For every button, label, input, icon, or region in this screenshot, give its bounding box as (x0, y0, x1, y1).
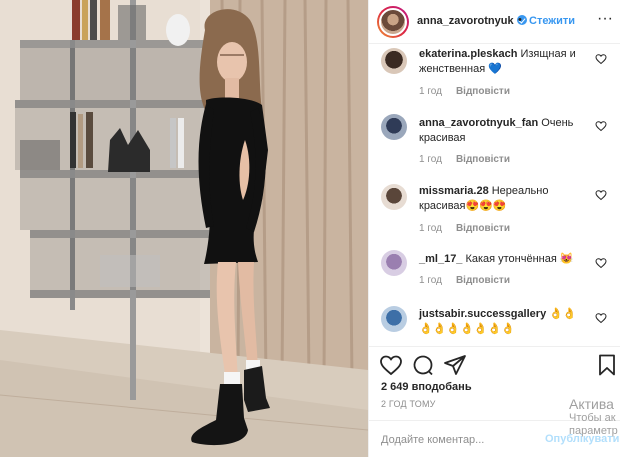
comment-time: 1 год (419, 275, 442, 286)
heart-icon[interactable] (379, 353, 403, 377)
comment-like-heart-icon[interactable] (595, 257, 607, 269)
author-username[interactable]: anna_zavorotnyuk (417, 15, 514, 27)
comment-like-heart-icon[interactable] (595, 53, 607, 65)
commenter-avatar[interactable] (381, 250, 407, 276)
author-avatar-image (379, 8, 407, 36)
post-photo[interactable] (0, 0, 368, 457)
comment-like-heart-icon[interactable] (595, 189, 607, 201)
commenter-avatar[interactable] (381, 48, 407, 74)
comment-input[interactable] (381, 431, 531, 449)
reply-button[interactable]: Відповісти (456, 154, 510, 165)
author-username-row[interactable]: anna_zavorotnyuk (417, 15, 527, 27)
publish-button[interactable]: Опублікувати (545, 433, 619, 445)
comment-meta: 1 год Відповісти (419, 223, 524, 234)
comment-time: 1 год (419, 223, 442, 234)
comment-meta: 1 год Відповісти (419, 275, 524, 286)
comment-body: _ml_17_ Какая утончённая 😻 (419, 252, 589, 267)
reply-button[interactable]: Відповісти (456, 223, 510, 234)
comment-meta: 1 год Відповісти (419, 154, 524, 165)
share-icon[interactable] (443, 353, 467, 377)
post-actions: 2 649 вподобань 2 ГОД ТОМУ (369, 346, 620, 428)
comment-username[interactable]: anna_zavorotnyuk_fan (419, 117, 538, 129)
post-header: anna_zavorotnyuk • Стежити ··· (369, 0, 620, 44)
comment-username[interactable]: ekaterina.pleskach (419, 48, 517, 60)
more-options-icon[interactable]: ··· (595, 9, 615, 29)
post-photo-image (0, 0, 368, 457)
post-side-panel: anna_zavorotnyuk • Стежити ··· ekaterina… (368, 0, 620, 457)
comment-body: anna_zavorotnyuk_fan Очень красивая (419, 116, 589, 146)
comment-text: Какая утончённая 😻 (465, 253, 574, 265)
add-comment-bar: Опублікувати (369, 420, 620, 457)
reply-button[interactable]: Відповісти (456, 275, 510, 286)
comment-body: ekaterina.pleskach Изящная и женственная … (419, 47, 589, 77)
comment-icon[interactable] (411, 353, 435, 377)
comment-username[interactable]: missmaria.28 (419, 185, 489, 197)
follow-button[interactable]: Стежити (529, 15, 575, 27)
comment-body: justsabir.successgallery 👌👌👌👌👌👌👌👌👌 (419, 307, 589, 337)
reply-button[interactable]: Відповісти (456, 86, 510, 97)
commenter-avatar[interactable] (381, 184, 407, 210)
author-avatar[interactable] (377, 6, 409, 38)
post-timestamp: 2 ГОД ТОМУ (381, 399, 436, 409)
comment-body: missmaria.28 Нереально красивая😍😍😍 (419, 184, 589, 214)
comments-list[interactable]: ekaterina.pleskach Изящная и женственная … (369, 45, 620, 345)
likes-count[interactable]: 2 649 вподобань (381, 381, 472, 393)
comment-like-heart-icon[interactable] (595, 120, 607, 132)
comment-time: 1 год (419, 86, 442, 97)
comment-username[interactable]: _ml_17_ (419, 253, 462, 265)
comment-like-heart-icon[interactable] (595, 312, 607, 324)
commenter-avatar[interactable] (381, 306, 407, 332)
bookmark-icon[interactable] (595, 353, 619, 377)
comment-time: 1 год (419, 154, 442, 165)
comment-meta: 1 год Відповісти (419, 86, 524, 97)
commenter-avatar[interactable] (381, 114, 407, 140)
comment-username[interactable]: justsabir.successgallery (419, 308, 546, 320)
header-separator: • (518, 14, 522, 26)
